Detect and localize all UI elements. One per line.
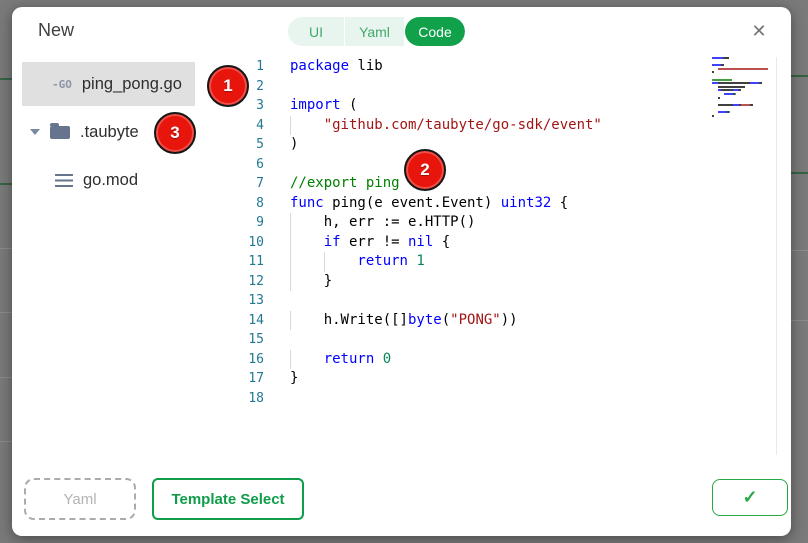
annotation-marker-3: 3 (154, 112, 196, 154)
confirm-button[interactable]: ✓ (712, 479, 788, 516)
dialog-title: New (38, 20, 74, 41)
code-line: 15 (240, 330, 788, 350)
editor-scrollbar-rule (776, 57, 777, 455)
line-number: 7 (240, 174, 264, 194)
screen: New UI Yaml Code ✕ -GO ping_pong.go .tau… (0, 0, 808, 543)
code-line: 4"github.com/taubyte/go-sdk/event" (240, 116, 788, 136)
backdrop-line (0, 78, 12, 80)
file-tree-item-go-mod[interactable]: go.mod (22, 165, 222, 195)
code-line: 6 (240, 155, 788, 175)
backdrop-line (0, 183, 12, 185)
code-line: 18 (240, 389, 788, 409)
tab-code[interactable]: Code (405, 17, 465, 46)
tab-ui[interactable]: UI (288, 17, 345, 46)
line-number: 5 (240, 135, 264, 155)
yaml-button[interactable]: Yaml (24, 478, 136, 520)
file-tree-item-ping-pong-go[interactable]: -GO ping_pong.go (22, 62, 195, 106)
annotation-marker-2: 2 (404, 149, 446, 191)
indent-guide (290, 233, 324, 253)
code-line: 13 (240, 291, 788, 311)
chevron-down-icon[interactable] (30, 129, 40, 135)
code-line: 17} (240, 369, 788, 389)
code-line: 2 (240, 77, 788, 97)
code-line: 16return 0 (240, 350, 788, 370)
go-file-icon: -GO (52, 78, 72, 91)
annotation-marker-1: 1 (207, 65, 249, 107)
backdrop-line (0, 377, 12, 378)
line-number: 18 (240, 389, 264, 409)
line-number: 12 (240, 272, 264, 292)
code-line: 10if err != nil { (240, 233, 788, 253)
line-number: 11 (240, 252, 264, 272)
folder-name: .taubyte (80, 123, 139, 142)
line-number: 4 (240, 116, 264, 136)
backdrop-line (791, 250, 808, 251)
indent-guide (290, 311, 324, 331)
code-line: 9h, err := e.HTTP() (240, 213, 788, 233)
line-number: 17 (240, 369, 264, 389)
backdrop-line (0, 312, 12, 313)
backdrop-line (0, 248, 12, 249)
check-icon: ✓ (742, 487, 757, 508)
file-name: ping_pong.go (82, 75, 182, 94)
indent-guide (290, 350, 324, 370)
backdrop-line (791, 172, 808, 174)
line-number: 9 (240, 213, 264, 233)
indent-guide (324, 252, 358, 272)
text-file-icon (55, 174, 73, 187)
code-line: 14h.Write([]byte("PONG")) (240, 311, 788, 331)
folder-icon (50, 126, 70, 139)
line-number: 6 (240, 155, 264, 175)
code-line: 11return 1 (240, 252, 788, 272)
tab-yaml[interactable]: Yaml (345, 17, 405, 46)
new-dialog: New UI Yaml Code ✕ -GO ping_pong.go .tau… (12, 7, 791, 536)
backdrop-line (0, 441, 12, 442)
line-number: 16 (240, 350, 264, 370)
close-icon[interactable]: ✕ (747, 19, 771, 43)
line-number: 8 (240, 194, 264, 214)
editor-minimap[interactable] (712, 57, 774, 122)
indent-guide (290, 272, 324, 292)
code-editor[interactable]: 1package lib23import (4"github.com/tauby… (240, 57, 788, 462)
line-number: 15 (240, 330, 264, 350)
indent-guide (290, 116, 324, 136)
backdrop-line (791, 320, 808, 321)
indent-guide (290, 213, 324, 233)
code-line: 7//export ping (240, 174, 788, 194)
indent-guide (290, 252, 324, 272)
backdrop-line (791, 75, 808, 77)
line-number: 14 (240, 311, 264, 331)
code-line: 1package lib (240, 57, 788, 77)
code-line: 5) (240, 135, 788, 155)
view-mode-tabs: UI Yaml Code (288, 17, 465, 46)
code-line: 3import ( (240, 96, 788, 116)
code-line: 12} (240, 272, 788, 292)
code-line: 8func ping(e event.Event) uint32 { (240, 194, 788, 214)
line-number: 13 (240, 291, 264, 311)
template-select-button[interactable]: Template Select (152, 478, 304, 520)
line-number: 10 (240, 233, 264, 253)
file-name: go.mod (83, 171, 138, 190)
